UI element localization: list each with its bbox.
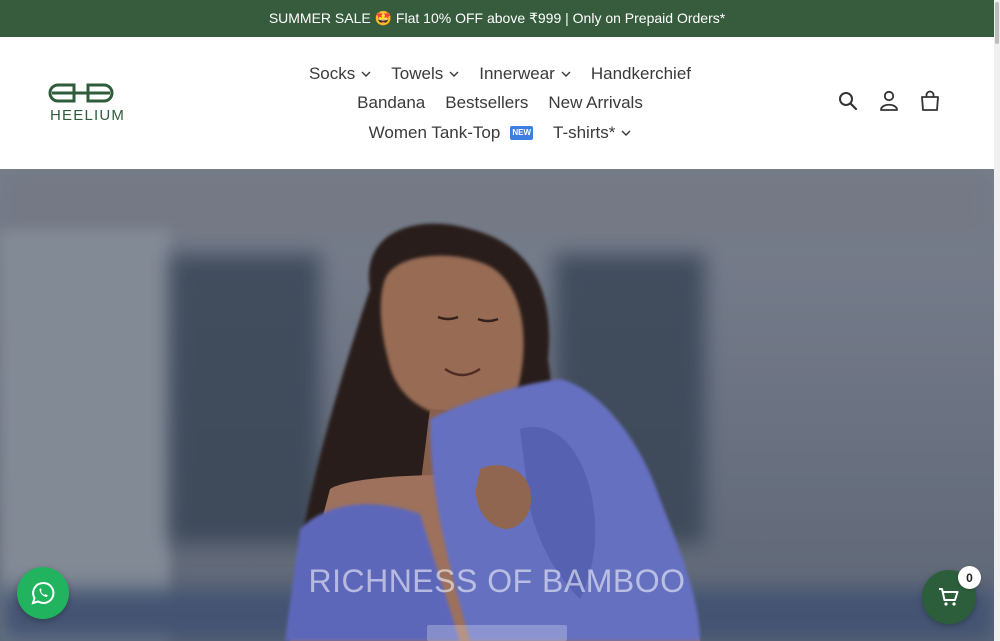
- account-button[interactable]: [877, 89, 901, 113]
- announcement-text: SUMMER SALE 🤩 Flat 10% OFF above ₹999 | …: [268, 10, 726, 26]
- header-actions: [836, 89, 942, 113]
- search-icon: [839, 92, 858, 111]
- nav-item-women-tank-top[interactable]: Women Tank-Top NEW: [369, 123, 533, 143]
- chevron-down-icon: [561, 71, 571, 77]
- shopping-bag-icon: [921, 90, 939, 111]
- nav-item-label: Towels: [391, 63, 444, 83]
- chevron-down-icon: [361, 71, 371, 77]
- brand-name: HEELIUM: [50, 107, 126, 124]
- nav-item-innerwear[interactable]: Innerwear: [479, 64, 571, 84]
- whatsapp-icon: [31, 581, 55, 605]
- nav-item-towels[interactable]: Towels: [391, 64, 459, 84]
- cart-button[interactable]: [918, 89, 942, 113]
- scrollbar-thumb[interactable]: [995, 2, 999, 44]
- account-icon: [880, 90, 898, 111]
- nav-item-bandana[interactable]: Bandana: [357, 93, 425, 113]
- nav-item-label: Bandana: [357, 93, 426, 113]
- nav-item-label: Socks: [308, 63, 356, 83]
- whatsapp-chat-button[interactable]: [17, 567, 69, 619]
- nav-row-1: Socks Towels Innerwear Handkerchief: [250, 59, 750, 89]
- logo-mark-icon: [48, 83, 114, 103]
- scrollbar[interactable]: [994, 0, 1000, 641]
- nav-item-label: Handkerchief: [590, 63, 692, 83]
- nav-item-t-shirts[interactable]: T-shirts*: [553, 123, 631, 143]
- cart-count-badge: 0: [958, 566, 981, 589]
- nav-row-3: Women Tank-Top NEW T-shirts*: [250, 118, 750, 148]
- main-navigation: Socks Towels Innerwear Handkerchief Band…: [250, 59, 750, 148]
- hero-cta-button[interactable]: [427, 625, 567, 641]
- search-button[interactable]: [836, 89, 860, 113]
- cart-icon: [939, 588, 959, 606]
- announcement-bar: SUMMER SALE 🤩 Flat 10% OFF above ₹999 | …: [0, 0, 994, 37]
- hero-banner[interactable]: RICHNESS OF BAMBOO: [0, 169, 994, 641]
- nav-item-socks[interactable]: Socks: [309, 64, 371, 84]
- nav-item-bestsellers[interactable]: Bestsellers: [445, 93, 528, 113]
- nav-item-label: Bestsellers: [445, 93, 529, 113]
- nav-item-label: T-shirts*: [553, 122, 616, 142]
- hero-title: RICHNESS OF BAMBOO: [308, 563, 686, 599]
- chevron-down-icon: [621, 130, 631, 136]
- site-header: HEELIUM Socks Towels Innerwear Handkerch…: [0, 37, 994, 169]
- chevron-down-icon: [449, 71, 459, 77]
- nav-item-label: Women Tank-Top: [368, 122, 501, 142]
- nav-item-label: New Arrivals: [548, 93, 643, 113]
- brand-logo[interactable]: HEELIUM: [48, 81, 124, 125]
- nav-item-label: Innerwear: [479, 63, 555, 83]
- new-badge: NEW: [510, 125, 533, 140]
- nav-item-handkerchief[interactable]: Handkerchief: [591, 64, 691, 84]
- nav-row-2: Bandana Bestsellers New Arrivals: [250, 89, 750, 119]
- nav-item-new-arrivals[interactable]: New Arrivals: [548, 93, 642, 113]
